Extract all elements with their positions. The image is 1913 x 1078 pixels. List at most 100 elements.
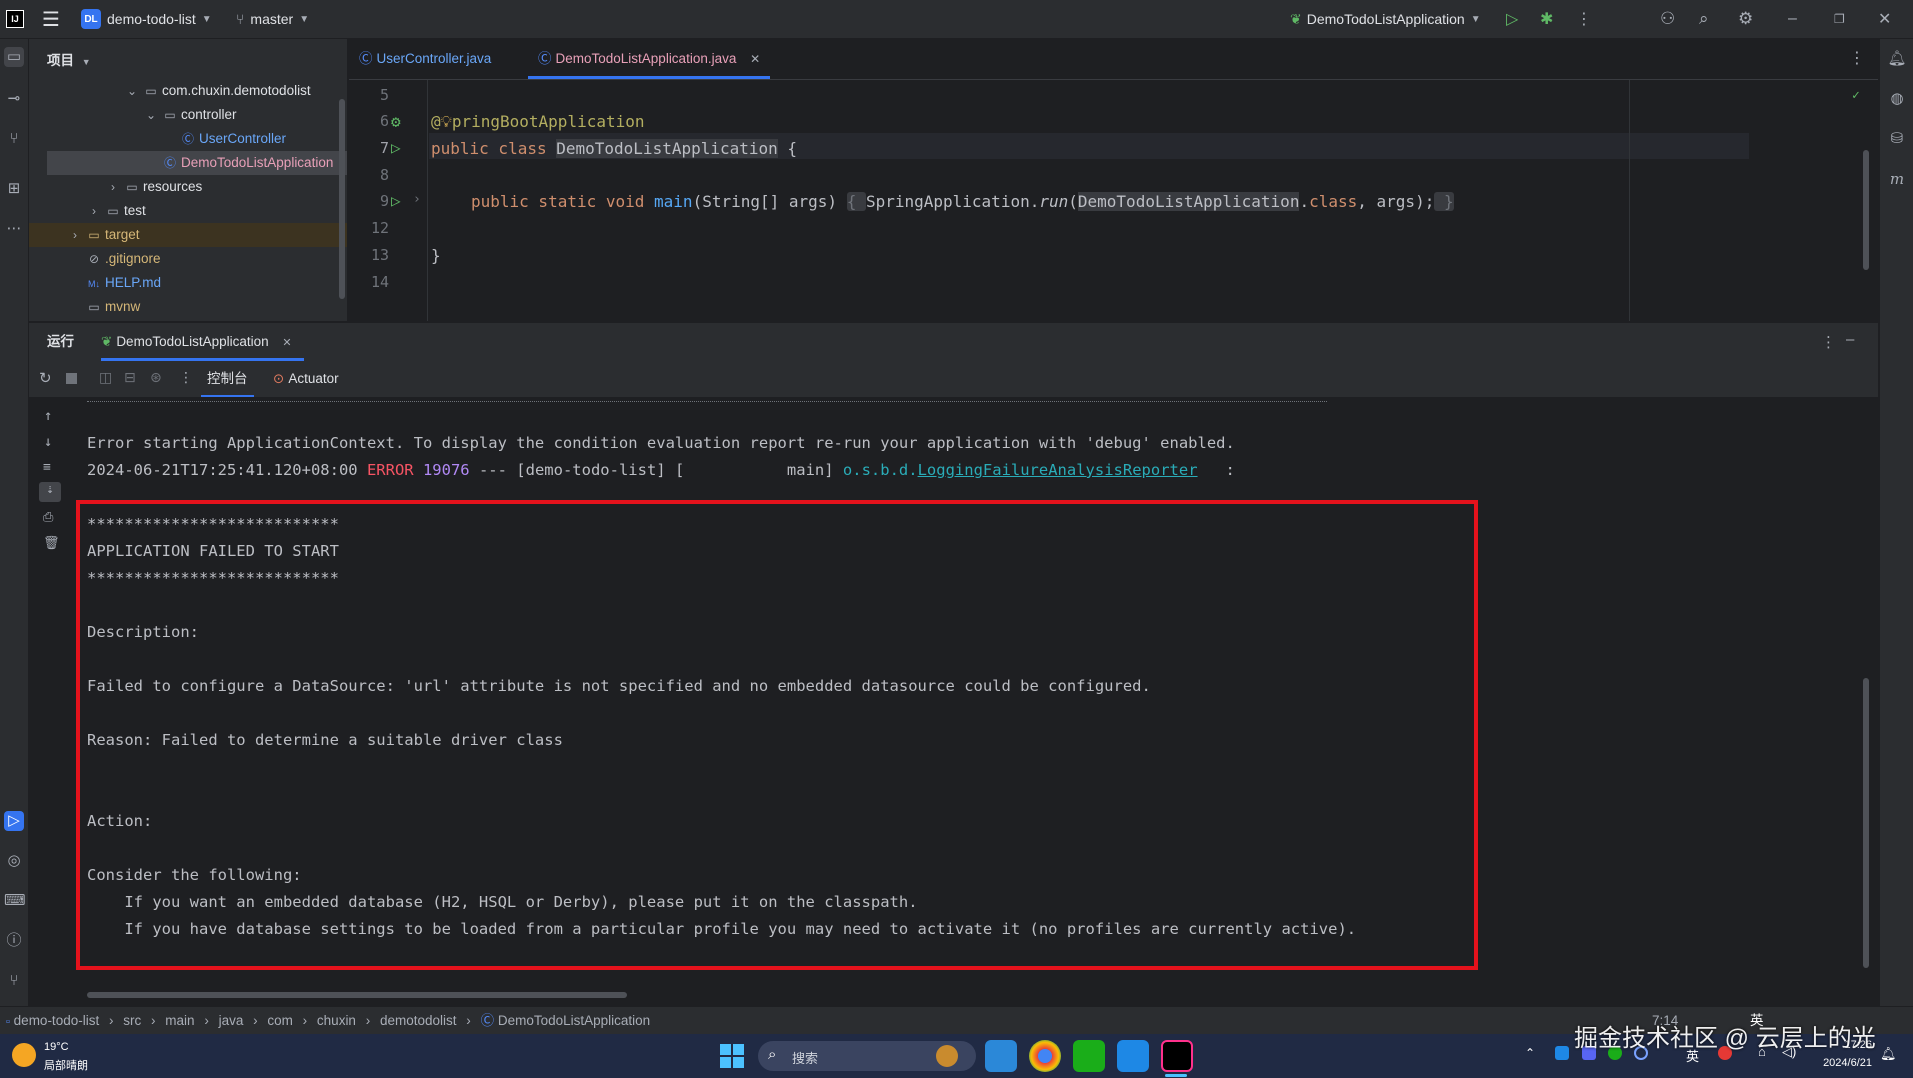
project-panel-header[interactable]: 项目 ▼ [47,49,91,69]
maven-icon[interactable]: m [1887,169,1907,189]
breadcrumb-item[interactable]: demotodolist [380,1013,457,1028]
run-gutter-icon[interactable]: ▷ [391,138,401,157]
log-logger-link[interactable]: LoggingFailureAnalysisReporter [918,461,1198,479]
breadcrumb-item[interactable]: DemoTodoListApplication [498,1013,650,1028]
tree-item-target[interactable]: › ▭ target [29,223,347,247]
close-tab-icon[interactable]: ✕ [750,52,760,66]
project-scrollbar[interactable] [339,99,345,299]
title-bar: IJ ☰ DL demo-todo-list ▼ ⑂ master ▼ ❦ De… [0,0,1913,39]
branch-selector[interactable]: ⑂ master ▼ [236,0,309,38]
minimize-icon[interactable]: – [1788,0,1797,38]
add-user-icon[interactable]: ⚇ [1660,0,1675,38]
tree-item-helpmd[interactable]: M↓ HELP.md [29,271,347,295]
tree-item-usercontroller[interactable]: Ⓒ UserController [29,127,347,151]
breadcrumb-item[interactable]: java [219,1013,244,1028]
tab-console[interactable]: 控制台 [201,361,254,397]
run-tool-icon[interactable]: ▷ [4,811,24,831]
soft-wrap-icon[interactable]: ≡ [43,460,51,475]
main-menu-icon[interactable]: ☰ [42,0,60,38]
arrow-up-icon[interactable]: ↑ [44,408,52,424]
project-selector[interactable]: DL demo-todo-list ▼ [81,0,212,38]
tab-actuator[interactable]: ⊙ Actuator [273,361,339,397]
windows-start-icon[interactable] [720,1044,744,1068]
restore-icon[interactable]: ❐ [1834,0,1845,38]
breadcrumb-item[interactable]: chuxin [317,1013,356,1028]
terminal-icon[interactable]: ⌨ [4,891,26,911]
stop-icon[interactable] [66,373,77,384]
scroll-to-end-icon[interactable]: ⇣ [39,482,61,502]
line-number: 5 [379,86,389,104]
commit-icon[interactable]: ⊸ [4,89,24,109]
run-tab-demotodolistapplication[interactable]: ❦ DemoTodoListApplication ✕ [101,323,304,361]
database-icon[interactable]: ⛁ [1887,129,1907,149]
intellij-taskbar-icon[interactable] [1161,1040,1193,1072]
camera-icon[interactable]: ◫ [99,369,112,386]
lightbulb-icon[interactable]: 💡︎ [441,112,452,131]
fold-icon[interactable]: › [413,192,421,207]
more-vertical-icon[interactable]: ⋮ [1821,333,1836,351]
run-config-selector[interactable]: ❦ DemoTodoListApplication ▼ [1290,0,1481,38]
console-h-scrollbar[interactable] [87,992,627,998]
editor-tabs: Ⓒ UserController.java Ⓒ DemoTodoListApplic… [349,39,1878,80]
breadcrumb-item[interactable]: src [123,1013,141,1028]
tree-item-gitignore[interactable]: ⊘ .gitignore [29,247,347,271]
tree-item-resources[interactable]: › ▭ resources [29,175,347,199]
print-icon[interactable]: ⎙ [43,510,53,525]
tree-item-mvnw[interactable]: ▭ mvnw [29,295,347,319]
console-v-scrollbar[interactable] [1863,678,1869,968]
debug-icon[interactable]: ✱ [1540,0,1553,38]
code-token: public static void [471,192,655,211]
clock-date[interactable]: 2024/6/21 [1812,1057,1872,1069]
restore-layout-icon[interactable]: ⊟ [124,369,136,386]
tree-item-test[interactable]: › ▭ test [29,199,347,223]
chrome-icon[interactable] [1029,1040,1061,1072]
breadcrumb-item[interactable]: com [267,1013,293,1028]
tree-item-package[interactable]: ⌄ ▭ com.chuxin.demotodolist [29,79,347,103]
tab-usercontroller[interactable]: Ⓒ UserController.java [359,39,491,79]
git-icon[interactable]: ⑂ [4,971,24,991]
folder-icon[interactable]: ▭ [4,47,24,67]
structure-icon[interactable]: ⊞ [4,179,24,199]
console-gutter: ↑ ↓ ≡ ⇣ ⎙ 🗑︎ [29,398,71,1006]
remote-desktop-icon[interactable] [1073,1040,1105,1072]
notifications-icon[interactable]: 🔔︎ [1887,49,1907,69]
notification-bell-icon[interactable]: 🔔︎ [1880,1046,1897,1062]
more-horizontal-icon[interactable]: ⋯ [4,219,24,239]
more-vertical-icon[interactable]: ⋮ [1849,39,1865,79]
tab-demotodolistapplication[interactable]: Ⓒ DemoTodoListApplication.java ✕ [528,39,771,79]
more-vertical-icon[interactable]: ⋮ [179,369,193,386]
feishu-icon[interactable] [1117,1040,1149,1072]
class-icon: Ⓒ [359,51,373,66]
tree-item-demotodolistapplication[interactable]: Ⓒ DemoTodoListApplication [47,151,347,175]
weather-icon[interactable] [12,1043,36,1067]
editor-scrollbar[interactable] [1863,150,1869,270]
breadcrumb-item[interactable]: main [165,1013,194,1028]
rerun-icon[interactable]: ↻ [39,369,52,387]
attach-debugger-icon[interactable]: ⊛ [150,369,162,386]
tray-feishu-icon[interactable] [1555,1046,1569,1060]
run-config-name: DemoTodoListApplication [1306,11,1465,27]
ai-assistant-icon[interactable]: ◍ [1887,89,1907,109]
pull-request-icon[interactable]: ⑂ [4,129,24,149]
spring-bean-gutter-icon[interactable]: ⚙ [391,112,401,131]
arrow-down-icon[interactable]: ↓ [44,434,52,450]
code-token: } [1434,192,1454,211]
breadcrumb-item[interactable]: demo-todo-list [14,1013,100,1028]
problems-icon[interactable]: ⓘ [4,931,24,951]
chevron-up-icon[interactable]: ⌃ [1525,1046,1535,1060]
tab-label: UserController.java [376,51,492,66]
run-icon[interactable]: ▷ [1506,0,1518,38]
close-icon[interactable]: ✕ [1878,0,1891,38]
services-icon[interactable]: ◎ [4,851,24,871]
gear-icon[interactable]: ⚙ [1738,0,1753,38]
trash-icon[interactable]: 🗑︎ [43,536,60,551]
run-gutter-icon[interactable]: ▷ [391,191,401,210]
taskbar-search[interactable]: ⌕ 搜索 [758,1041,976,1071]
close-tab-icon[interactable]: ✕ [282,337,291,349]
vscode-icon[interactable] [985,1040,1017,1072]
tree-item-controller[interactable]: ⌄ ▭ controller [29,103,347,127]
search-icon[interactable]: ⌕ [1699,0,1709,38]
more-vertical-icon[interactable]: ⋮ [1576,0,1592,38]
minimize-panel-icon[interactable]: – [1846,331,1854,348]
code-editor[interactable]: 5 6 7 8 9 12 13 14 ⚙ ▷ ▷ › @💡︎pringBootA… [349,80,1878,321]
